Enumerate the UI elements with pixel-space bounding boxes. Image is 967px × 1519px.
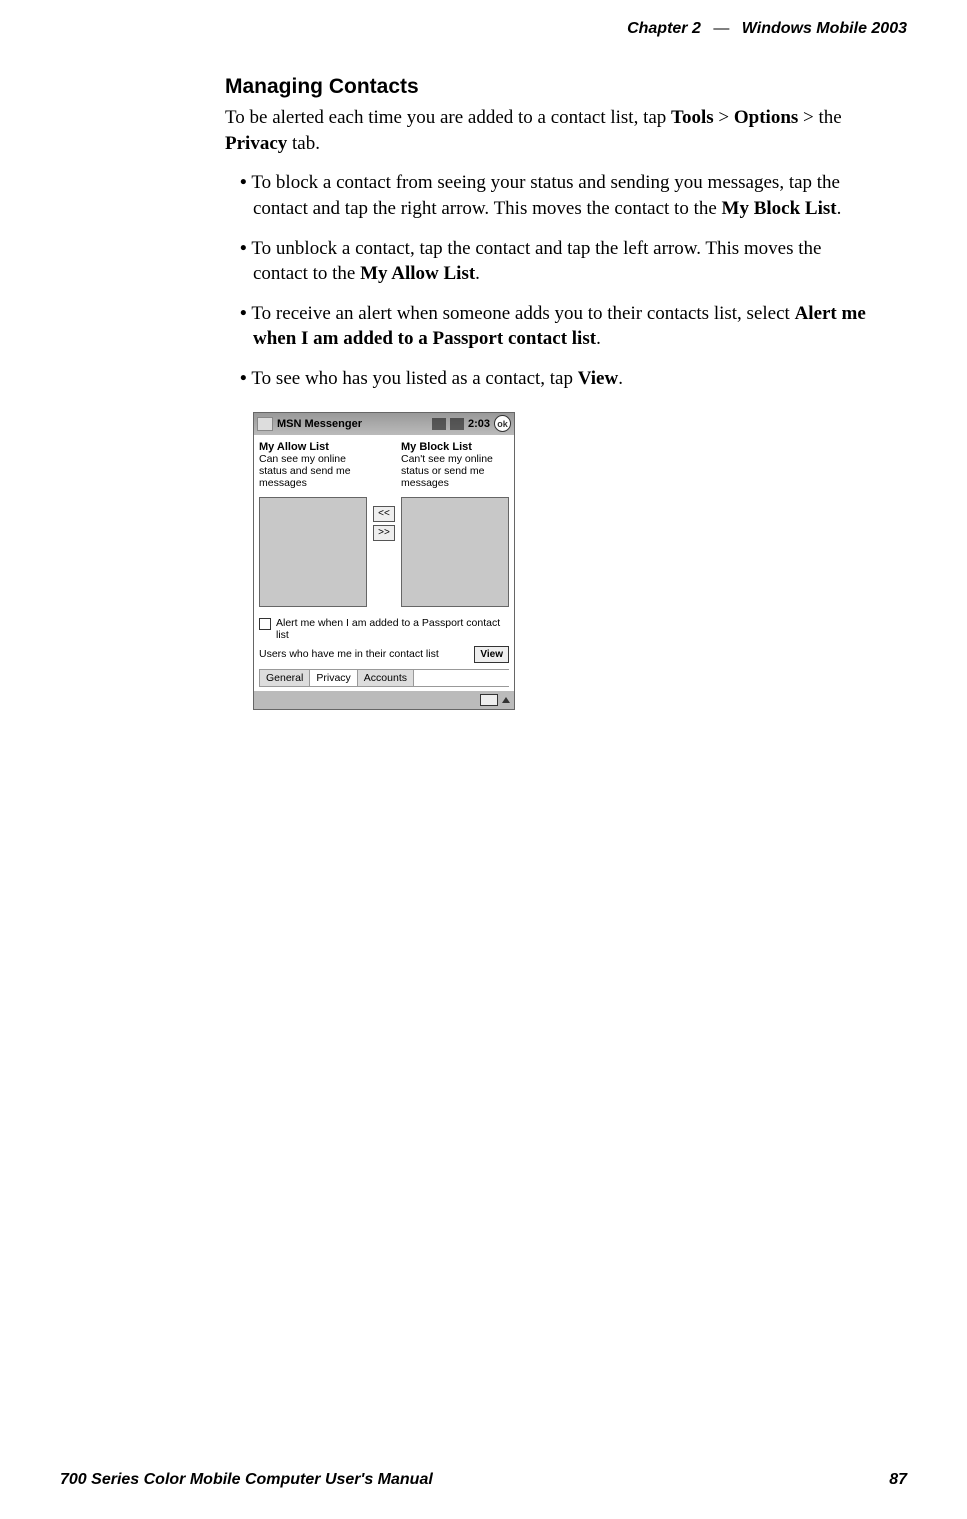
pda-body: My Allow List Can see my online status a… <box>254 435 514 691</box>
b2-t1: To receive an alert when someone adds yo… <box>251 303 794 324</box>
intro-gt1: > <box>714 107 734 128</box>
view-button[interactable]: View <box>474 646 509 663</box>
b3-t1: To see who has you listed as a contact, … <box>251 368 577 389</box>
block-listbox[interactable] <box>401 497 509 607</box>
tab-general[interactable]: General <box>259 670 310 687</box>
bullet-item-2: To receive an alert when someone adds yo… <box>225 301 875 352</box>
move-left-button[interactable]: << <box>373 506 395 522</box>
chapter-label: Chapter <box>627 20 687 37</box>
intro-t1: To be alerted each time you are added to… <box>225 107 671 128</box>
pda-titlebar: MSN Messenger 2:03 ok <box>254 413 514 435</box>
tab-accounts[interactable]: Accounts <box>357 670 414 687</box>
start-icon[interactable] <box>257 417 273 431</box>
pda-bottom-bar <box>254 691 514 709</box>
arrow-controls: << >> <box>373 506 395 541</box>
intro-paragraph: To be alerted each time you are added to… <box>225 105 875 156</box>
allow-column: My Allow List Can see my online status a… <box>259 441 367 607</box>
bullet-item-3: To see who has you listed as a contact, … <box>225 366 875 392</box>
b3-b1: View <box>578 368 618 389</box>
b0-b1: My Block List <box>722 198 837 219</box>
bullet-item-1: To unblock a contact, tap the contact an… <box>225 236 875 287</box>
b1-t2: . <box>475 263 480 284</box>
up-arrow-icon[interactable] <box>502 697 510 703</box>
intro-t2: tab. <box>287 133 320 154</box>
b0-t2: . <box>837 198 842 219</box>
bullet-item-0: To block a contact from seeing your stat… <box>225 170 875 221</box>
footer-manual: 700 Series Color Mobile Computer User's … <box>60 1471 433 1489</box>
connection-icon[interactable] <box>432 418 446 430</box>
intro-b1: Tools <box>671 107 714 128</box>
ok-button[interactable]: ok <box>494 415 511 432</box>
block-column: My Block List Can't see my online status… <box>401 441 509 607</box>
b1-t1: To unblock a contact, tap the contact an… <box>251 238 821 285</box>
tab-privacy[interactable]: Privacy <box>309 670 357 687</box>
allow-label: My Allow List <box>259 441 367 453</box>
volume-icon[interactable] <box>450 418 464 430</box>
allow-block-lists: My Allow List Can see my online status a… <box>259 441 509 607</box>
block-label: My Block List <box>401 441 509 453</box>
pda-time: 2:03 <box>468 418 490 430</box>
alert-checkbox-row: Alert me when I am added to a Passport c… <box>259 617 509 642</box>
alert-checkbox[interactable] <box>259 618 271 630</box>
move-right-button[interactable]: >> <box>373 525 395 541</box>
page-footer: 700 Series Color Mobile Computer User's … <box>60 1471 907 1489</box>
intro-b3: Privacy <box>225 133 287 154</box>
allow-listbox[interactable] <box>259 497 367 607</box>
intro-gt2: > the <box>798 107 841 128</box>
chapter-num: 2 <box>692 20 701 37</box>
pda-app-title: MSN Messenger <box>277 418 428 430</box>
header-dash: — <box>713 20 729 37</box>
header-title: Windows Mobile 2003 <box>742 20 907 37</box>
section-heading: Managing Contacts <box>225 75 875 99</box>
pda-screenshot: MSN Messenger 2:03 ok My Allow List Can … <box>253 412 515 710</box>
b3-t2: . <box>618 368 623 389</box>
bullet-list: To block a contact from seeing your stat… <box>225 170 875 391</box>
block-sub: Can't see my online status or send me me… <box>401 453 509 493</box>
b1-b1: My Allow List <box>360 263 475 284</box>
page-header: Chapter 2 — Windows Mobile 2003 <box>627 20 907 38</box>
pda-tabs: General Privacy Accounts <box>259 669 509 687</box>
b2-t2: . <box>596 328 601 349</box>
allow-sub: Can see my online status and send me mes… <box>259 453 367 493</box>
footer-page: 87 <box>889 1471 907 1489</box>
alert-text: Alert me when I am added to a Passport c… <box>276 617 509 642</box>
users-text: Users who have me in their contact list <box>259 648 469 660</box>
tab-spacer <box>413 670 509 687</box>
intro-b2: Op­tions <box>734 107 798 128</box>
view-row: Users who have me in their contact list … <box>259 646 509 663</box>
page-content: Managing Contacts To be alerted each tim… <box>225 75 875 710</box>
keyboard-icon[interactable] <box>480 694 498 706</box>
